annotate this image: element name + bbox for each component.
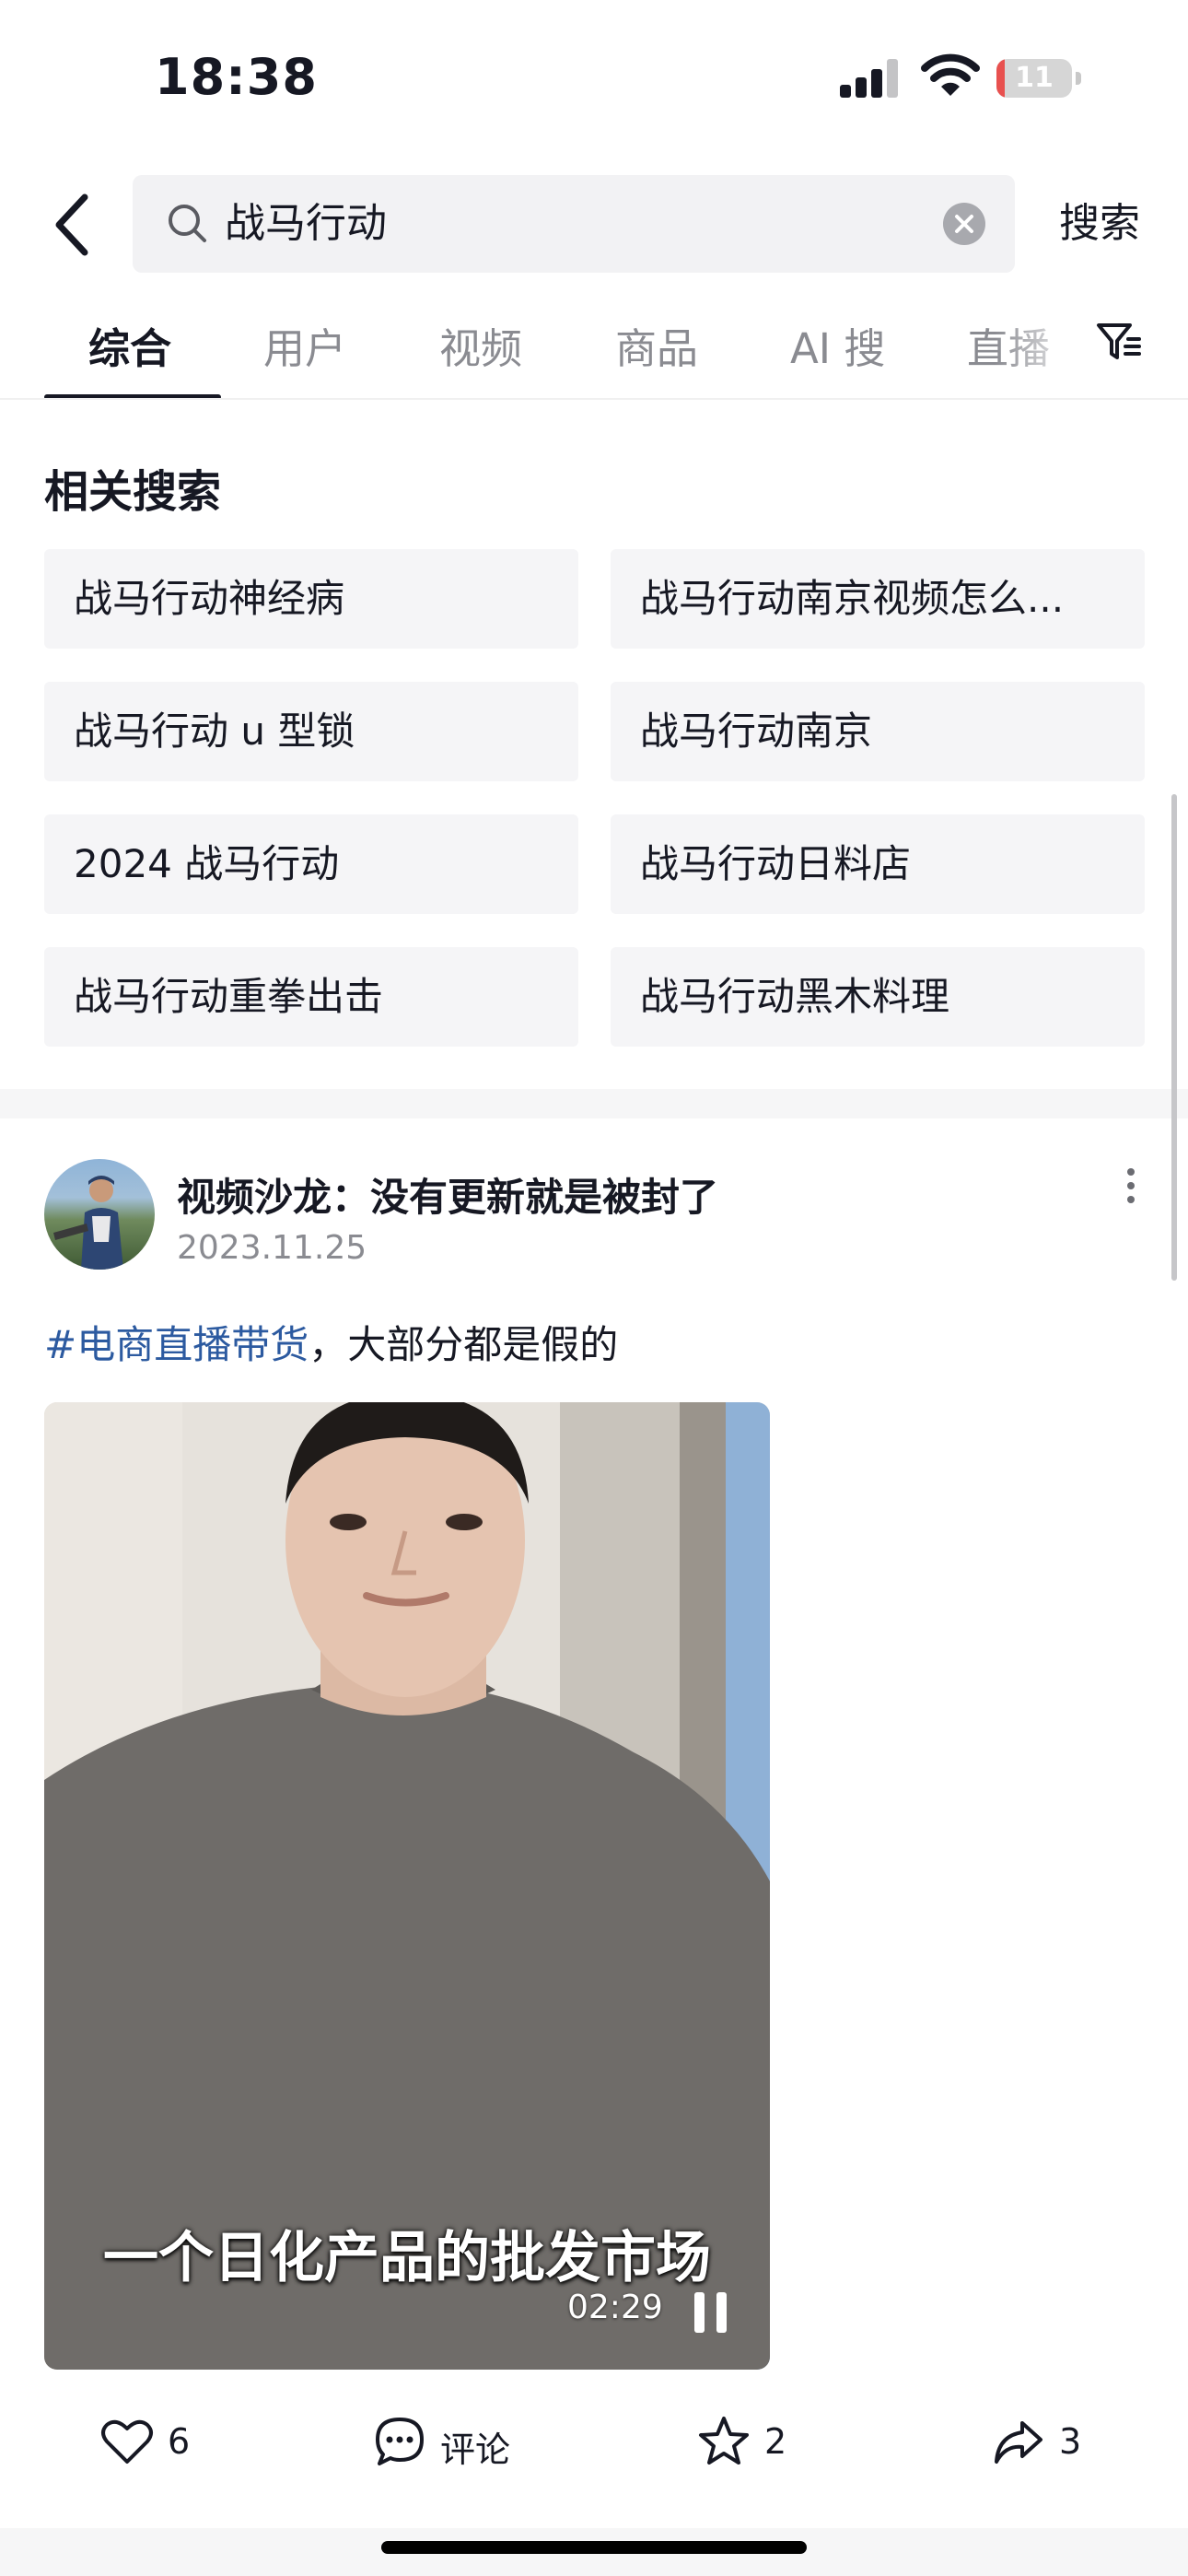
tab-users[interactable]: 用户 — [263, 315, 346, 375]
related-search-label: 战马行动神经病 — [74, 576, 345, 621]
search-icon — [166, 202, 210, 246]
search-button[interactable]: 搜索 — [1059, 190, 1140, 249]
wifi-icon — [921, 53, 980, 100]
tab-products[interactable]: 商品 — [615, 315, 698, 375]
back-icon[interactable] — [44, 184, 103, 265]
tab-fade — [995, 304, 1087, 378]
related-search-label: 战马行动重拳出击 — [74, 974, 384, 1019]
caption-text: ，大部分都是假的 — [309, 1322, 619, 1367]
pause-icon[interactable] — [694, 2292, 731, 2333]
more-icon[interactable] — [1120, 1168, 1142, 1211]
related-search-item[interactable]: 战马行动南京视频怎么... — [611, 549, 1145, 649]
heart-icon — [99, 2414, 155, 2469]
related-search-label: 战马行动 u 型锁 — [74, 708, 355, 754]
search-input[interactable]: 战马行动 — [133, 175, 1015, 273]
related-search-label: 战马行动日料店 — [640, 841, 912, 886]
related-search-label: 战马行动黑木料理 — [640, 974, 950, 1019]
tab-videos[interactable]: 视频 — [439, 315, 522, 375]
post-date: 2023.11.25 — [177, 1229, 367, 1267]
related-search-item[interactable]: 战马行动 u 型锁 — [44, 682, 578, 781]
related-search-label: 战马行动南京 — [640, 708, 873, 754]
related-search-item[interactable]: 2024 战马行动 — [44, 814, 578, 914]
tab-ai-search[interactable]: AI 搜 — [790, 315, 885, 375]
clear-icon[interactable] — [943, 203, 985, 245]
favorite-count: 2 — [764, 2421, 787, 2462]
star-icon — [696, 2414, 751, 2469]
hashtag-link[interactable]: #电商直播带货 — [44, 1322, 309, 1367]
scrollbar[interactable] — [1171, 794, 1177, 1281]
video-subtitle: 一个日化产品的批发市场 — [103, 2226, 711, 2290]
share-icon — [991, 2414, 1046, 2469]
battery-level: 11 — [1015, 62, 1054, 94]
filter-icon[interactable] — [1096, 321, 1142, 365]
section-divider — [0, 1089, 1188, 1118]
related-search-item[interactable]: 战马行动神经病 — [44, 549, 578, 649]
search-query: 战马行动 — [225, 200, 387, 247]
home-indicator[interactable] — [381, 2541, 807, 2554]
share-count: 3 — [1059, 2421, 1082, 2462]
avatar[interactable] — [44, 1159, 155, 1270]
comment-icon — [372, 2414, 427, 2469]
related-search-item[interactable]: 战马行动重拳出击 — [44, 947, 578, 1047]
video-duration: 02:29 — [567, 2289, 663, 2326]
related-search-item[interactable]: 战马行动黑木料理 — [611, 947, 1145, 1047]
comment-label: 评论 — [440, 2430, 511, 2470]
signal-icon — [840, 59, 899, 98]
related-search-item[interactable]: 战马行动日料店 — [611, 814, 1145, 914]
video-player[interactable]: 一个日化产品的批发市场 02:29 — [44, 1402, 770, 2370]
like-count: 6 — [168, 2421, 191, 2462]
related-search-title: 相关搜索 — [44, 466, 222, 518]
author-name[interactable]: 视频沙龙：没有更新就是被封了 — [177, 1166, 718, 1223]
post-caption: #电商直播带货，大部分都是假的 — [44, 1314, 618, 1370]
related-search-label: 2024 战马行动 — [74, 841, 340, 886]
divider — [0, 398, 1188, 400]
related-search-item[interactable]: 战马行动南京 — [611, 682, 1145, 781]
related-search-label: 战马行动南京视频怎么... — [640, 576, 1065, 621]
status-time: 18:38 — [155, 48, 318, 106]
battery-icon: 11 — [996, 59, 1081, 98]
tab-all[interactable]: 综合 — [88, 315, 171, 375]
